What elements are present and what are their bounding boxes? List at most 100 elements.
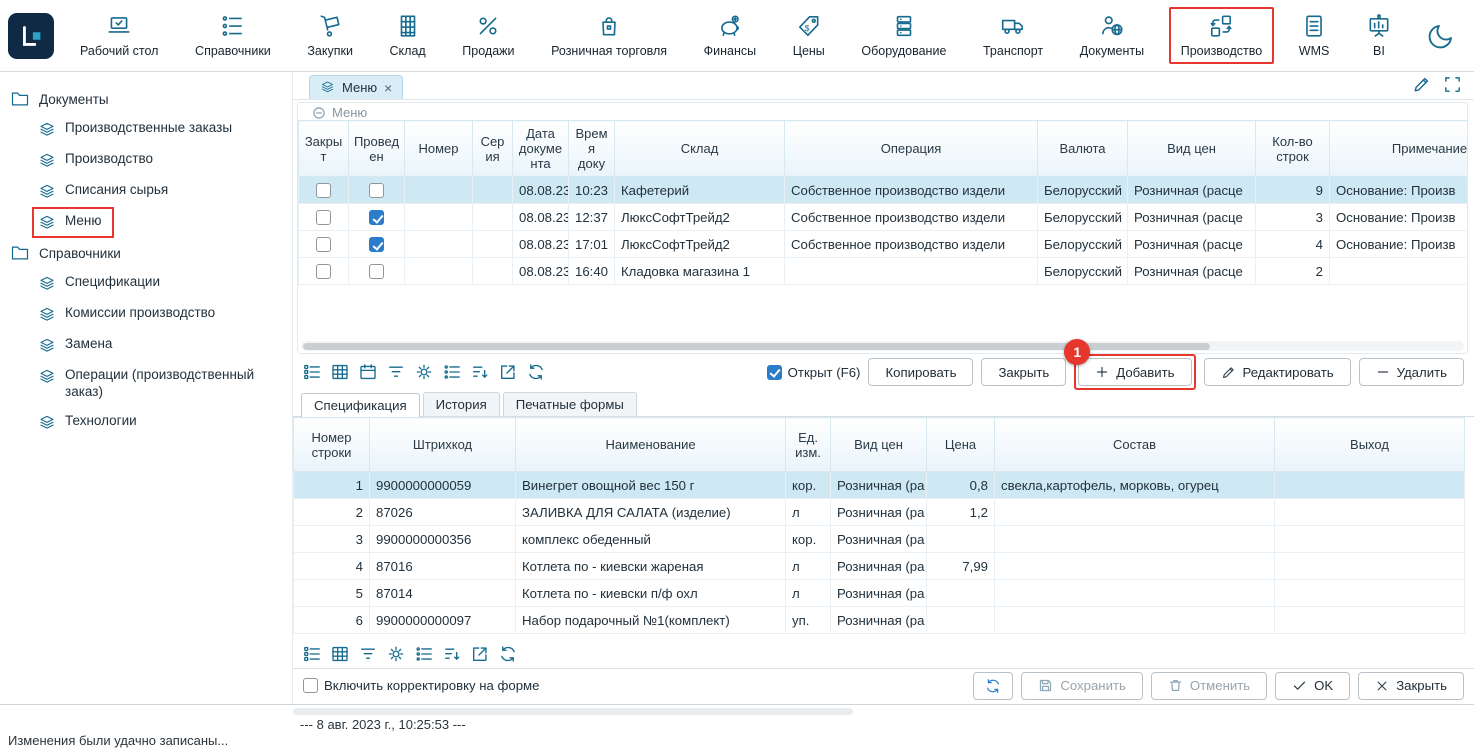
cell-name[interactable]: ЗАЛИВКА ДЛЯ САЛАТА (изделие) <box>516 499 786 526</box>
cell-currency[interactable]: Белорусский <box>1038 258 1128 285</box>
cell-composition[interactable] <box>995 607 1275 634</box>
cell-composition[interactable] <box>995 499 1275 526</box>
cell-name[interactable]: Котлета по - киевски п/ф охл <box>516 580 786 607</box>
cell-warehouse[interactable]: Кладовка магазина 1 <box>615 258 785 285</box>
collapse-icon[interactable] <box>312 106 326 120</box>
sidebar-item-production[interactable]: Производство <box>32 145 165 176</box>
cell-price[interactable] <box>927 607 995 634</box>
cell-number[interactable] <box>405 231 473 258</box>
cell-series[interactable] <box>473 204 513 231</box>
grid-view-icon[interactable] <box>331 363 349 381</box>
nav-item-wms[interactable]: WMS <box>1287 7 1342 64</box>
sidebar-group-directories[interactable]: Справочники <box>10 238 292 268</box>
cell-date[interactable]: 08.08.23 <box>513 258 569 285</box>
cell-unit[interactable]: л <box>786 553 831 580</box>
cell-operation[interactable] <box>785 258 1038 285</box>
col-series[interactable]: Серия <box>473 121 513 177</box>
col-line-number[interactable]: Номер строки <box>294 418 370 472</box>
sidebar-item-raw-writeoffs[interactable]: Списания сырья <box>32 176 180 207</box>
cell-time[interactable]: 12:37 <box>569 204 615 231</box>
cell-operation[interactable]: Собственное производство издели <box>785 204 1038 231</box>
open-checkbox[interactable] <box>767 365 782 380</box>
cell-series[interactable] <box>473 231 513 258</box>
cell-line-number[interactable]: 1 <box>294 472 370 499</box>
cell-price-type[interactable]: Розничная (расце <box>1128 231 1256 258</box>
cell-name[interactable]: Котлета по - киевски жареная <box>516 553 786 580</box>
nav-item-equipment[interactable]: Оборудование <box>849 7 958 64</box>
ordered-list-icon[interactable] <box>415 645 433 663</box>
nav-item-retail[interactable]: Розничная торговля <box>539 7 679 64</box>
spec-row[interactable]: 3 9900000000356 комплекс обеденный кор. … <box>294 526 1465 553</box>
cell-composition[interactable] <box>995 526 1275 553</box>
gear-icon[interactable] <box>415 363 433 381</box>
cell-warehouse[interactable]: Кафетерий <box>615 177 785 204</box>
filter-icon[interactable] <box>387 363 405 381</box>
filter-icon[interactable] <box>359 645 377 663</box>
spec-row[interactable]: 1 9900000000059 Винегрет овощной вес 150… <box>294 472 1465 499</box>
nav-item-bi[interactable]: BI <box>1354 7 1404 64</box>
cell-price-type[interactable]: Розничная (расце <box>1128 204 1256 231</box>
col-price-type[interactable]: Вид цен <box>831 418 927 472</box>
cell-date[interactable]: 08.08.23 <box>513 177 569 204</box>
cell-series[interactable] <box>473 177 513 204</box>
col-number[interactable]: Номер <box>405 121 473 177</box>
grid-view-icon[interactable] <box>331 645 349 663</box>
cell-line-count[interactable]: 3 <box>1256 204 1330 231</box>
cell-line-number[interactable]: 3 <box>294 526 370 553</box>
add-button[interactable]: Добавить <box>1078 358 1191 386</box>
col-time[interactable]: Время доку <box>569 121 615 177</box>
nav-item-warehouse[interactable]: Склад <box>378 7 438 64</box>
cell-output[interactable] <box>1275 499 1465 526</box>
cell-output[interactable] <box>1275 553 1465 580</box>
doc-row[interactable]: 08.08.23 16:40 Кладовка магазина 1 Белор… <box>299 258 1468 285</box>
sidebar-item-specifications[interactable]: Спецификации <box>32 268 172 299</box>
cell-line-count[interactable]: 9 <box>1256 177 1330 204</box>
col-name[interactable]: Наименование <box>516 418 786 472</box>
cell-line-number[interactable]: 2 <box>294 499 370 526</box>
spec-row[interactable]: 5 87014 Котлета по - киевски п/ф охл л Р… <box>294 580 1465 607</box>
cell-price-type[interactable]: Розничная (ра <box>831 472 927 499</box>
doc-row[interactable]: 08.08.23 17:01 ЛюксСофтТрейд2 Собственно… <box>299 231 1468 258</box>
cell-time[interactable]: 16:40 <box>569 258 615 285</box>
closed-checkbox[interactable] <box>316 210 331 225</box>
posted-checkbox[interactable] <box>369 210 384 225</box>
cell-time[interactable]: 17:01 <box>569 231 615 258</box>
adjust-checkbox[interactable] <box>303 678 318 693</box>
cell-note[interactable]: Основание: Произв <box>1330 204 1468 231</box>
cell-note[interactable]: Основание: Произв <box>1330 177 1468 204</box>
refresh-form-button[interactable] <box>973 672 1013 700</box>
cell-note[interactable]: Основание: Произв <box>1330 231 1468 258</box>
col-posted[interactable]: Проведен <box>349 121 405 177</box>
col-output[interactable]: Выход <box>1275 418 1465 472</box>
col-barcode[interactable]: Штрихкод <box>370 418 516 472</box>
cell-unit[interactable]: кор. <box>786 472 831 499</box>
cell-line-number[interactable]: 4 <box>294 553 370 580</box>
nav-item-directories[interactable]: Справочники <box>183 7 283 64</box>
cell-number[interactable] <box>405 204 473 231</box>
spec-row[interactable]: 2 87026 ЗАЛИВКА ДЛЯ САЛАТА (изделие) л Р… <box>294 499 1465 526</box>
col-unit[interactable]: Ед. изм. <box>786 418 831 472</box>
sidebar-item-production-commissions[interactable]: Комиссии производство <box>32 299 227 330</box>
cell-price[interactable]: 0,8 <box>927 472 995 499</box>
gear-icon[interactable] <box>387 645 405 663</box>
cell-number[interactable] <box>405 177 473 204</box>
col-line-count[interactable]: Кол-во строк <box>1256 121 1330 177</box>
edit-pencil-icon[interactable] <box>1412 75 1431 94</box>
col-note[interactable]: Примечание <box>1330 121 1468 177</box>
nav-item-sales[interactable]: Продажи <box>450 7 526 64</box>
cell-name[interactable]: Набор подарочный №1(комплект) <box>516 607 786 634</box>
copy-button[interactable]: Копировать <box>868 358 973 386</box>
cell-warehouse[interactable]: ЛюксСофтТрейд2 <box>615 204 785 231</box>
col-closed[interactable]: Закрыт <box>299 121 349 177</box>
sidebar-item-technologies[interactable]: Технологии <box>32 407 149 438</box>
cell-price[interactable] <box>927 526 995 553</box>
col-warehouse[interactable]: Склад <box>615 121 785 177</box>
sidebar-item-replacement[interactable]: Замена <box>32 330 124 361</box>
cell-composition[interactable] <box>995 553 1275 580</box>
cell-name[interactable]: Винегрет овощной вес 150 г <box>516 472 786 499</box>
doc-row[interactable]: 08.08.23 10:23 Кафетерий Собственное про… <box>299 177 1468 204</box>
close-document-button[interactable]: Закрыть <box>981 358 1066 386</box>
cell-unit[interactable]: кор. <box>786 526 831 553</box>
sidebar-item-operations[interactable]: Операции (производственный заказ) <box>32 361 292 407</box>
cancel-button[interactable]: Отменить <box>1151 672 1267 700</box>
